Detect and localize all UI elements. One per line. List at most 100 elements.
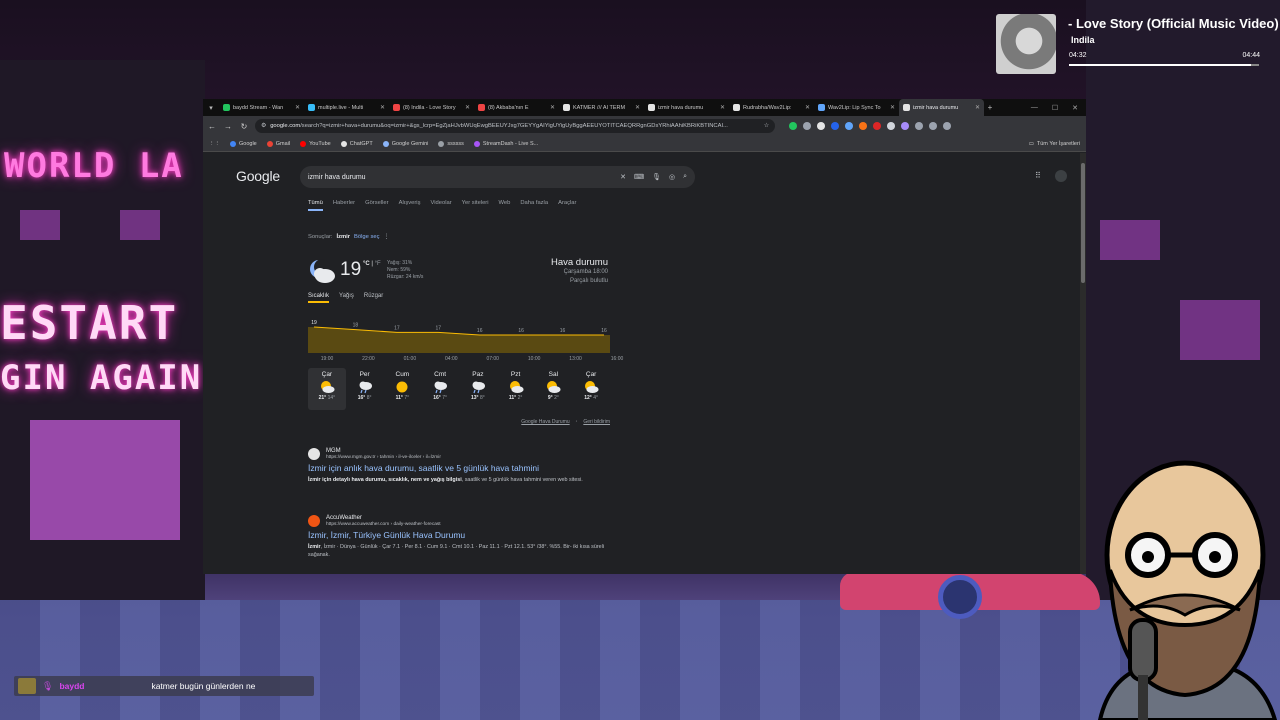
weather-tab-temperature[interactable]: Sıcaklık [308,293,330,303]
forecast-high: 13° [471,395,479,401]
wind: Rüzgar: 24 km/s [387,274,424,280]
keyboard-icon[interactable]: ⌨ [634,173,644,181]
extension-icon[interactable] [901,122,909,130]
search-icon[interactable]: ⌕ [683,173,687,181]
forecast-day[interactable]: Çar 12° 4° [572,368,610,410]
forecast-day[interactable]: Pzt 11° 2° [497,368,535,410]
minimize-icon[interactable]: — [1031,104,1038,112]
tab-close-icon[interactable]: ✕ [635,104,640,111]
address-bar[interactable]: ⚙ google.com/search?q=izmir+hava+durumu&… [255,119,775,133]
mic-icon[interactable]: 🎙 [652,173,661,181]
tab-close-icon[interactable]: ✕ [295,104,300,111]
account-avatar[interactable] [1055,170,1067,182]
forecast-day[interactable]: Sal 9° 2° [535,368,573,410]
search-tab[interactable]: Alışveriş [399,200,421,211]
browser-tab[interactable]: izmir hava durumu ✕ [899,99,984,116]
result-header[interactable]: MGM https://www.mgm.gov.tr › tahmin › il… [308,447,618,460]
tab-close-icon[interactable]: ✕ [975,104,980,111]
bookmark-item[interactable]: Google Gemini [382,140,428,147]
page-scrollbar[interactable] [1080,153,1086,574]
site-info-icon[interactable]: ⚙ [261,123,266,129]
unit-celsius[interactable]: °C [363,261,370,267]
new-tab-button[interactable]: + [984,103,996,112]
weather-source-link[interactable]: Google Hava Durumu [521,419,569,425]
apps-grid-icon[interactable]: ⋮⋮ [209,141,220,147]
search-tab[interactable]: Videolar [431,200,452,211]
google-logo[interactable]: Google [236,168,280,184]
clear-icon[interactable]: ✕ [620,173,626,181]
search-box[interactable]: izmir hava durumu ✕ ⌨ 🎙 ◎ ⌕ [300,166,695,188]
unit-fahrenheit[interactable]: °F [375,261,381,267]
browser-tab[interactable]: KATMER /// AI TERM ✕ [559,99,644,116]
partly-cloudy-night-icon [310,259,335,283]
profile-icon[interactable] [929,122,937,130]
tab-close-icon[interactable]: ✕ [805,104,810,111]
browser-tab[interactable]: Wav2Lip: Lip Sync To ✕ [814,99,899,116]
bookmark-item[interactable]: ChatGPT [340,140,373,147]
result-header[interactable]: AccuWeather https://www.accuweather.com … [308,514,618,527]
forecast-day[interactable]: Per 16° 8° [346,368,384,410]
bookmark-item[interactable]: ssssss [438,140,464,147]
extension-icon[interactable] [859,122,867,130]
search-tab[interactable]: Daha fazla [520,200,548,211]
bookmark-star-icon[interactable]: ☆ [764,123,769,129]
choose-location-link[interactable]: Bölge seç [354,234,379,240]
back-icon[interactable]: ← [207,122,217,131]
search-query[interactable]: izmir hava durumu [308,174,620,181]
result-title-link[interactable]: İzmir, İzmir, Türkiye Günlük Hava Durumu [308,530,618,540]
weather-tab-wind[interactable]: Rüzgar [364,293,383,303]
lens-icon[interactable]: ◎ [669,173,675,181]
tab-search-icon[interactable]: ▾ [203,99,219,116]
search-tab[interactable]: Araçlar [558,200,576,211]
result-snippet: İzmir için detaylı hava durumu, sıcaklık… [308,476,618,484]
bookmark-item[interactable]: YouTube [300,140,331,147]
tab-close-icon[interactable]: ✕ [720,104,725,111]
shop-window [30,420,180,540]
browser-tab[interactable]: (8) Akbaba'nın E ✕ [474,99,559,116]
search-tab[interactable]: Haberler [333,200,355,211]
forecast-day[interactable]: Çar 21° 14° [308,368,346,410]
browser-tab[interactable]: Rudrabha/Wav2Lip: ✕ [729,99,814,116]
browser-tab[interactable]: izmir hava durumu ✕ [644,99,729,116]
bookmark-item[interactable]: Google [230,140,257,147]
extension-icon[interactable] [887,122,895,130]
reload-icon[interactable]: ↻ [239,122,249,131]
forecast-day[interactable]: Paz 13° 8° [459,368,497,410]
extension-icon[interactable] [831,122,839,130]
maximize-icon[interactable]: ☐ [1052,104,1058,112]
tab-close-icon[interactable]: ✕ [890,104,895,111]
close-window-icon[interactable]: ✕ [1072,104,1078,112]
bookmark-item[interactable]: Gmail [266,140,290,147]
forecast-day[interactable]: Cum 11° 7° [384,368,422,410]
result-title-link[interactable]: İzmir için anlık hava durumu, saatlik ve… [308,463,618,473]
extension-icon[interactable] [873,122,881,130]
search-tab[interactable]: Görseller [365,200,389,211]
more-options-icon[interactable]: ⋮ [384,234,390,240]
tab-title: (8) Indila - Love Story [403,104,456,111]
search-tab[interactable]: Tümü [308,200,323,211]
tab-close-icon[interactable]: ✕ [380,104,385,111]
bookmark-item[interactable]: StreamDash - Live S... [473,140,538,147]
scrollbar-thumb[interactable] [1081,163,1085,283]
extension-icon[interactable] [789,122,797,130]
hour-tick-label: 01:00 [403,356,417,362]
search-tab[interactable]: Yer siteleri [462,200,489,211]
menu-icon[interactable] [943,122,951,130]
tab-close-icon[interactable]: ✕ [550,104,555,111]
search-tab[interactable]: Web [499,200,511,211]
extension-icon[interactable] [845,122,853,130]
browser-tab[interactable]: (8) Indila - Love Story ✕ [389,99,474,116]
extension-icon[interactable] [817,122,825,130]
tab-close-icon[interactable]: ✕ [465,104,470,111]
extension-icon[interactable] [803,122,811,130]
extensions-puzzle-icon[interactable] [915,122,923,130]
forecast-day[interactable]: Cmt 16° 7° [421,368,459,410]
all-bookmarks-button[interactable]: ▭ Tüm Yer İşaretleri [1029,141,1080,147]
feedback-link[interactable]: Geri bildirim [583,419,610,425]
browser-tab[interactable]: baydd Stream - Wan ✕ [219,99,304,116]
forecast-icon-wrap [346,378,384,395]
browser-tab[interactable]: multiple.live - Multi ✕ [304,99,389,116]
weather-tab-precipitation[interactable]: Yağış [339,293,354,303]
google-apps-icon[interactable]: ⠿ [1035,171,1041,180]
forward-icon[interactable]: → [223,122,233,131]
